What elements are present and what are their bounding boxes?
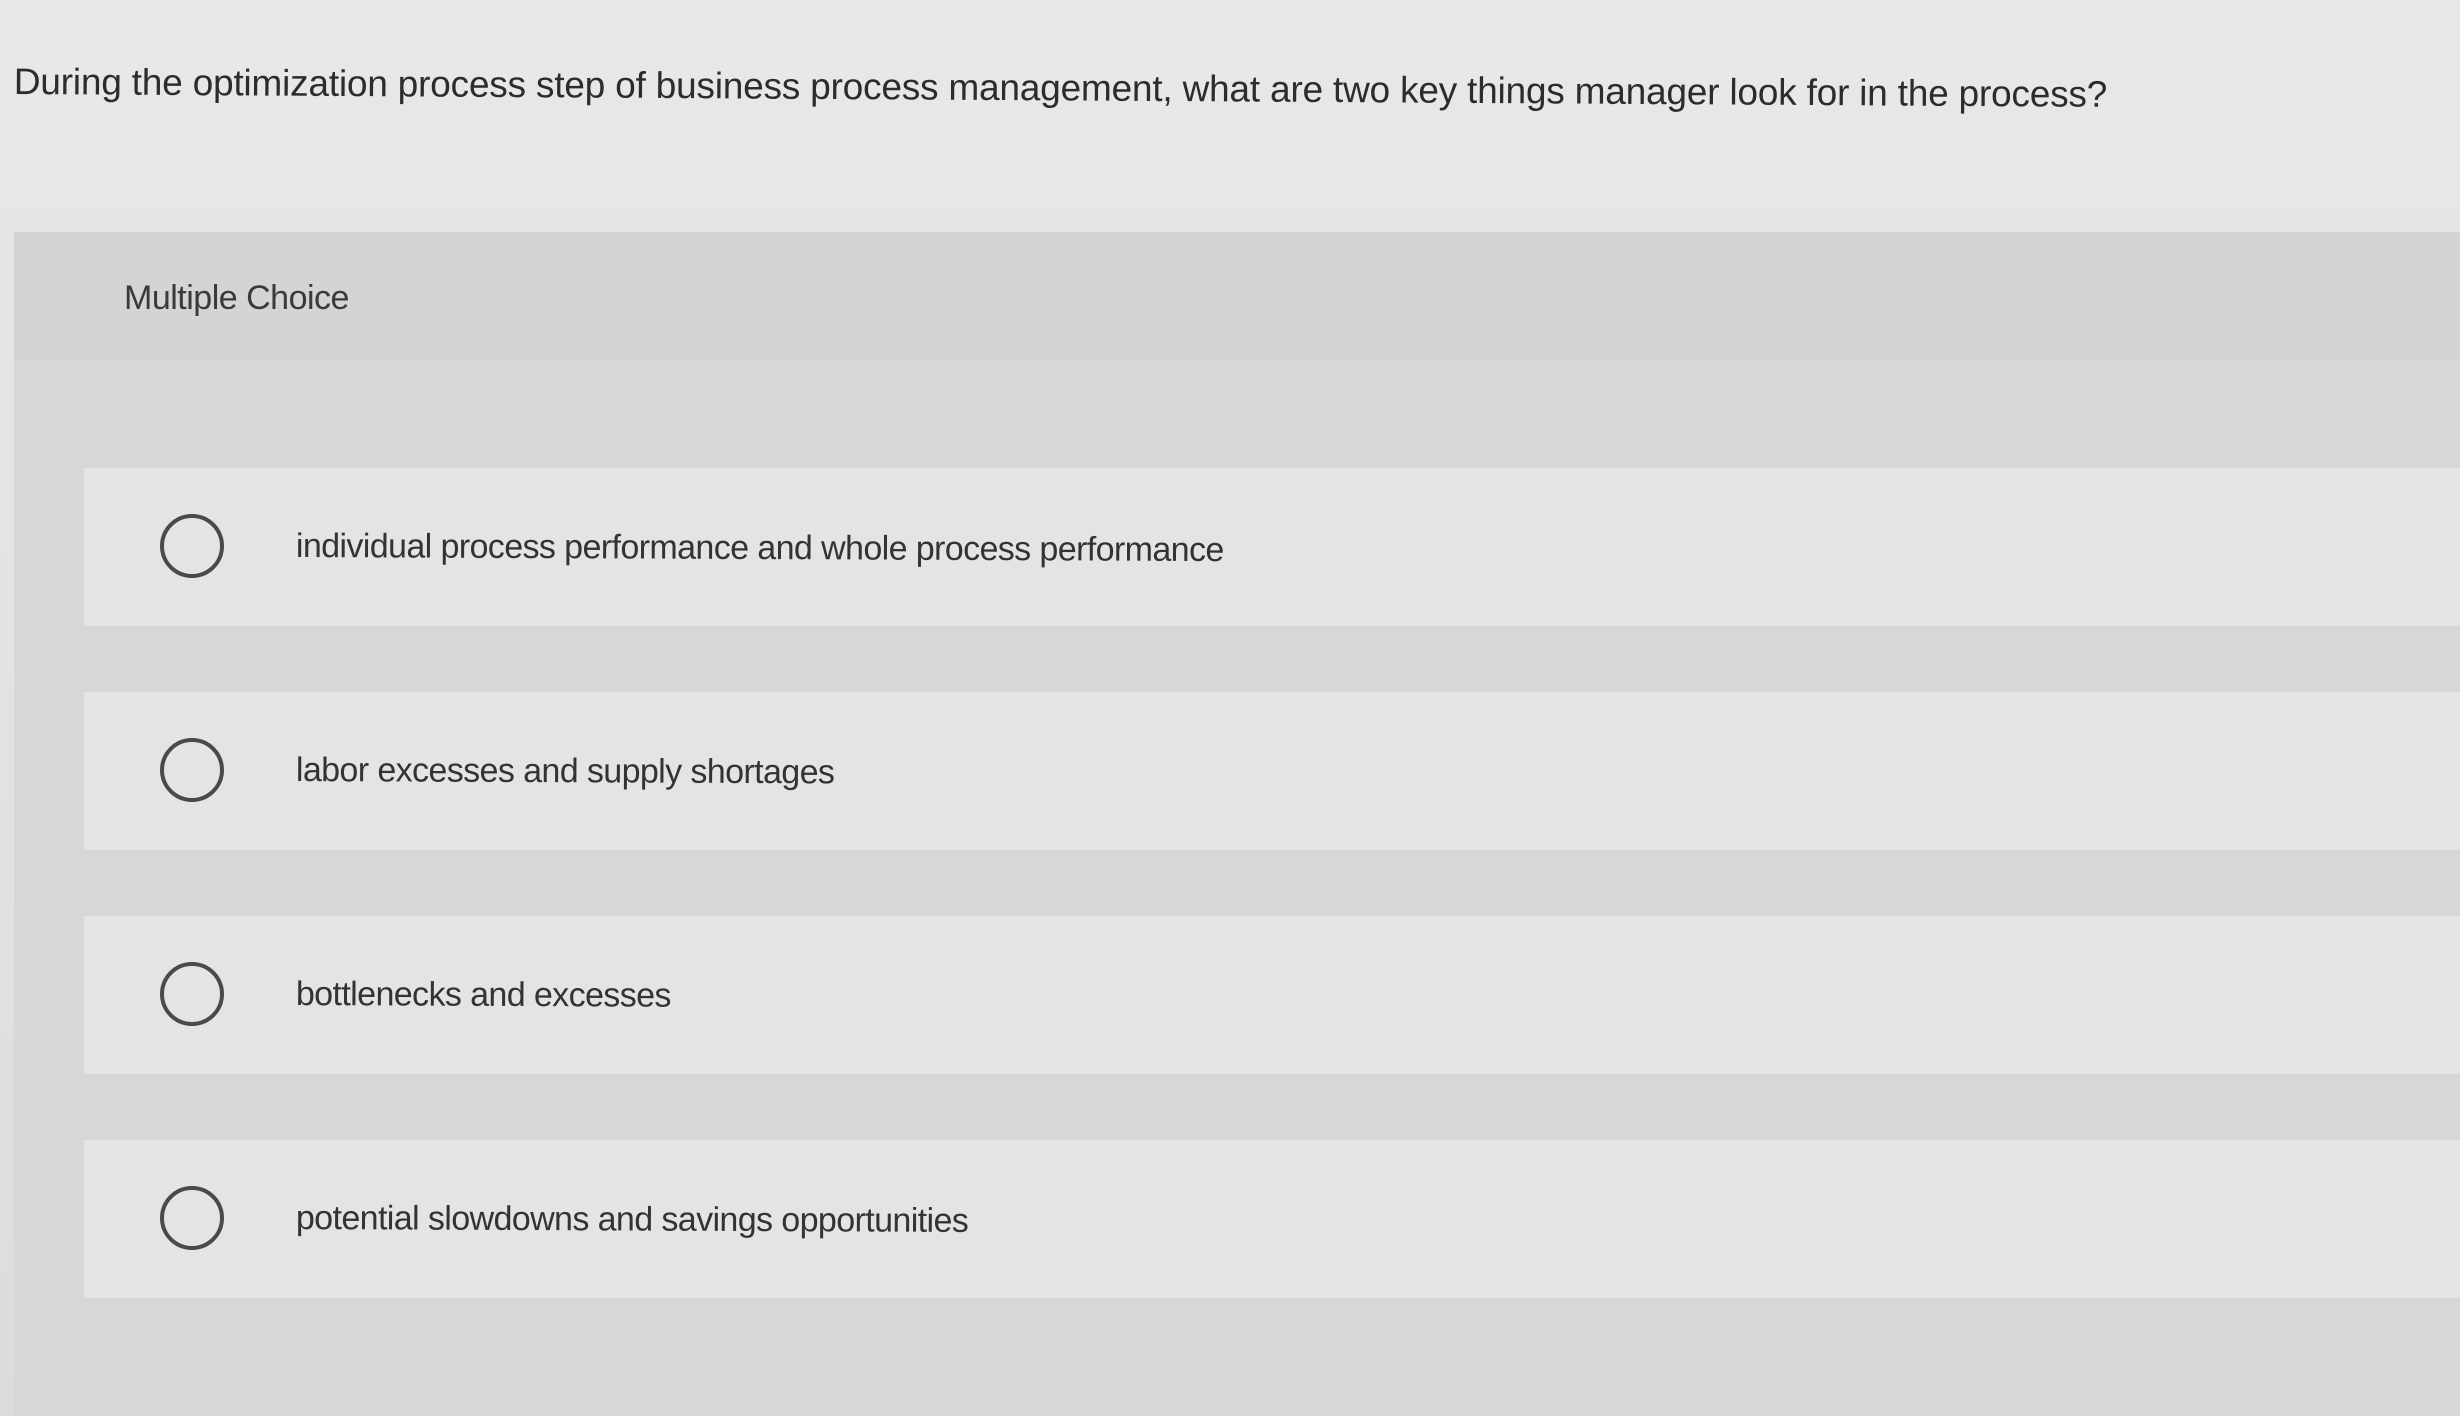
question-type-header: Multiple Choice <box>14 232 2460 360</box>
answer-option-2[interactable]: labor excesses and supply shortages <box>84 692 2460 850</box>
radio-button[interactable] <box>160 738 224 802</box>
answer-option-label: bottlenecks and excesses <box>295 975 671 1015</box>
question-prompt: During the optimization process step of … <box>13 60 2108 115</box>
multiple-choice-panel: Multiple Choice individual process perfo… <box>14 232 2460 1416</box>
answer-option-label: potential slowdowns and savings opportun… <box>295 1199 969 1240</box>
radio-button[interactable] <box>160 514 224 578</box>
radio-button[interactable] <box>160 962 224 1026</box>
answer-option-label: individual process performance and whole… <box>295 527 1224 570</box>
answer-option-label: labor excesses and supply shortages <box>295 751 835 792</box>
question-type-label: Multiple Choice <box>124 279 349 317</box>
answer-option-3[interactable]: bottlenecks and excesses <box>84 916 2460 1074</box>
answer-option-4[interactable]: potential slowdowns and savings opportun… <box>84 1140 2460 1298</box>
answer-option-1[interactable]: individual process performance and whole… <box>84 468 2460 626</box>
quiz-page: During the optimization process step of … <box>0 0 2460 1416</box>
radio-button[interactable] <box>160 1186 224 1250</box>
